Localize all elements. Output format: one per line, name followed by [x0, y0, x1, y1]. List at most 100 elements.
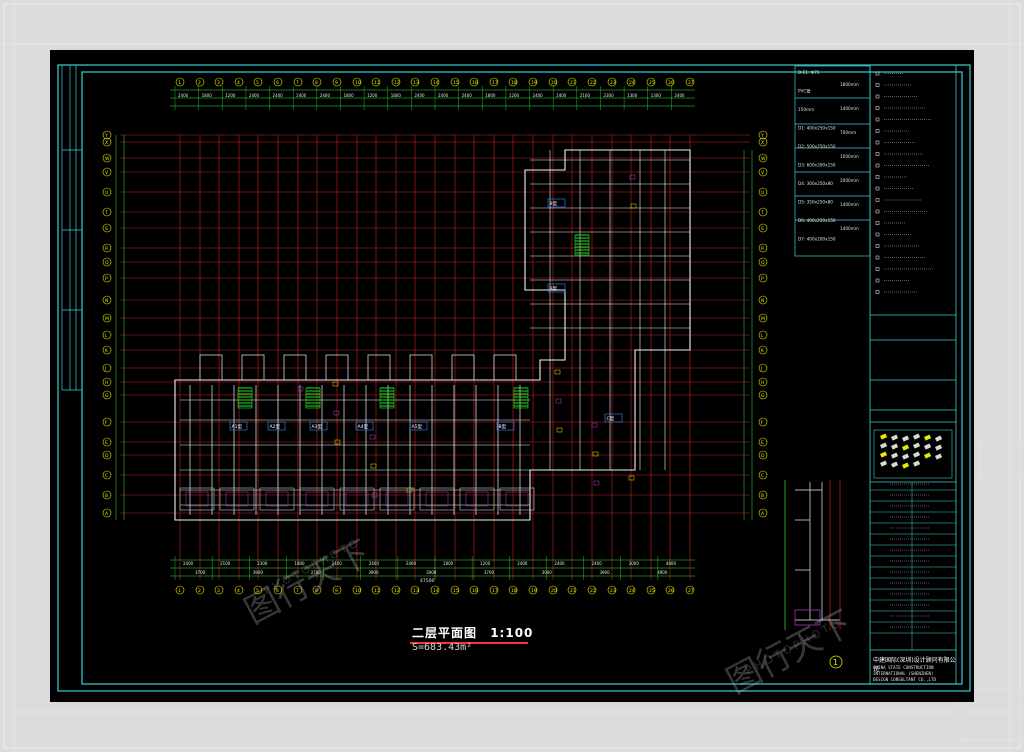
key-plan-block — [891, 461, 899, 468]
axis-bubble-label: H — [761, 380, 764, 386]
axis-bubble-label: V — [761, 170, 765, 176]
axis-bubble-label: 9 — [335, 588, 338, 594]
axis-bubble-label: P — [105, 276, 108, 282]
bay-window — [283, 354, 307, 381]
dimension-text: 2400 — [462, 93, 473, 98]
axis-bubble-label: W — [105, 156, 110, 162]
dimension-text: 1200 — [367, 93, 378, 98]
unit-tag-label: A4型 — [358, 423, 369, 430]
axis-bubble-label: L — [105, 333, 108, 339]
dimension-text: 1800 — [294, 561, 305, 566]
unit-tags: A1型 A2型 A3型 A4型 A5型 B型 B型 B型 C型 — [229, 198, 623, 431]
axis-bubble-label: W — [761, 156, 766, 162]
unit-tag-label: B型 — [550, 200, 558, 207]
legend-mark — [875, 129, 880, 133]
key-plan-block — [913, 451, 921, 458]
dimension-text: 1800 — [391, 93, 402, 98]
balcony — [379, 487, 415, 511]
axis-bubble-label: H — [105, 380, 108, 386]
axis-bubble-label: 25 — [649, 588, 655, 594]
axis-bubble-label: 26 — [668, 588, 674, 594]
dimension-text: 2100 — [580, 93, 591, 98]
axis-bubble-label: L — [761, 333, 764, 339]
dimension-text: 4900 — [657, 570, 668, 575]
dimension-text: 2300 — [603, 93, 614, 98]
axis-bubble-label: 1 — [178, 80, 181, 86]
note-item: D5: 350x250x80 — [798, 200, 833, 205]
axis-bubble-label: Q — [105, 260, 109, 266]
axis-bubble-label: K — [105, 348, 109, 354]
axis-bubble-label: 4 — [237, 80, 240, 86]
dimension-text: 1300 — [651, 93, 662, 98]
axis-bubble-label: 13 — [413, 80, 419, 86]
plan-title-scale: 1:100 — [490, 626, 534, 640]
axis-bubble-label: E — [105, 440, 108, 446]
key-plan-block — [880, 442, 888, 449]
axis-grid-lines — [120, 134, 750, 580]
axis-bubble-label: C — [761, 473, 764, 479]
legend-mark — [875, 186, 880, 191]
stair — [305, 387, 321, 409]
fixture-mark — [592, 451, 599, 457]
fixture-mark — [630, 203, 637, 209]
dimension-text: 2400 — [438, 93, 449, 98]
axis-bubble-label: 10 — [355, 588, 361, 594]
axis-bubble-label: J — [760, 366, 762, 372]
key-plan-block — [880, 451, 888, 458]
legend-mark — [875, 255, 880, 260]
plan-title-name: 二层平面图 — [412, 626, 478, 640]
axis-bubble-label: 9 — [335, 80, 338, 86]
unit-tag-label: B型 — [550, 285, 558, 292]
plan-title: 二层平面图 1:100 — [412, 624, 541, 641]
axis-bubble-label: 21 — [570, 588, 576, 594]
axis-bubble-label: G — [105, 393, 109, 399]
fixture-mark — [370, 463, 377, 469]
dimension-text: 2400 — [273, 93, 284, 98]
key-plan-block — [934, 444, 943, 451]
notes-text: D-E1: Φ75 PVC管 150mm D1: 400x250x150 D2: 500… — [798, 70, 859, 242]
axis-bubble-label: Q — [761, 260, 765, 266]
axis-bubble-label: 3 — [217, 80, 220, 86]
axis-bubble-label: 14 — [433, 80, 439, 86]
key-plan-block — [901, 435, 910, 442]
axis-bubble-label: 20 — [551, 588, 557, 594]
fixture-mark — [593, 480, 600, 486]
dimension-text: 2400 — [332, 561, 343, 566]
balcony — [219, 487, 255, 511]
axis-bubble-label: 1 — [178, 588, 181, 594]
axis-bubble-label: 26 — [668, 80, 674, 86]
legend-mark — [875, 198, 880, 202]
plan-area-value: S=683.43m² — [412, 642, 473, 653]
axis-bubble-label: 21 — [570, 80, 576, 86]
dimension-text: 2400 — [554, 561, 565, 566]
key-plan-block — [935, 453, 943, 460]
room-furniture — [225, 491, 249, 507]
fixture-mark — [554, 369, 561, 375]
dimension-text: 1800 — [443, 561, 454, 566]
axis-bubble-label: 5 — [256, 588, 259, 594]
axis-bubble-label: 12 — [394, 80, 400, 86]
axis-bubble-label: C — [105, 473, 108, 479]
axis-bubble-label: F — [105, 420, 108, 426]
axis-bubble-label: F — [761, 420, 764, 426]
axis-bubble-label: J — [104, 366, 106, 372]
section-detail — [784, 480, 841, 630]
unit-tag-label: A1型 — [232, 423, 243, 430]
axis-bubble-label: 4 — [237, 588, 240, 594]
dimension-text: 2400 — [517, 561, 528, 566]
fixture-mark — [555, 398, 562, 404]
axis-bubble-label: 2 — [198, 588, 201, 594]
bay-window — [241, 354, 265, 381]
fixture-mark — [369, 434, 376, 440]
axis-bubble-label: 11 — [374, 80, 380, 86]
outer-frame — [57, 64, 971, 692]
note-item: D6: 400x250x150 — [798, 218, 836, 223]
legend-mark — [875, 163, 880, 168]
binding-strip — [61, 65, 82, 391]
axis-bubble-label: 27 — [688, 80, 694, 86]
legend-mark — [875, 83, 880, 87]
unit-tag-label: A5型 — [412, 423, 423, 430]
room-furniture — [185, 491, 209, 507]
key-plan-block — [901, 453, 910, 460]
axis-bubble-label: R — [105, 246, 108, 252]
